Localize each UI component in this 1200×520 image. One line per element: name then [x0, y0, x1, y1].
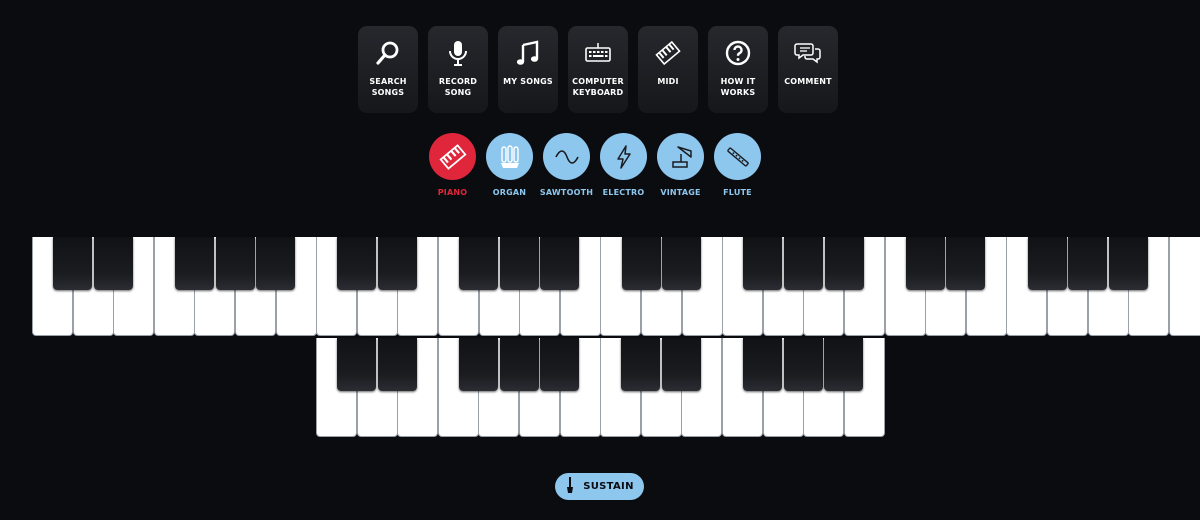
my-songs-button[interactable]: MY SONGS	[498, 26, 558, 113]
black-key-c-sharp-top-2[interactable]	[337, 237, 377, 290]
search-songs-button[interactable]: SEARCH SONGS	[358, 26, 418, 113]
search-icon	[358, 26, 418, 76]
pedal-icon	[565, 476, 575, 497]
instrument-sawtooth[interactable]: SAWTOOTH	[539, 133, 594, 197]
black-key-g-sharp-bottom-1[interactable]	[499, 338, 539, 391]
instrument-vintage[interactable]: VINTAGE	[657, 133, 704, 197]
how-it-works-label: HOW IT WORKS	[720, 77, 756, 97]
black-key-c-sharp-top-1[interactable]	[53, 237, 93, 290]
comment-icon	[778, 26, 838, 76]
sustain-button[interactable]: SUSTAIN	[555, 473, 644, 500]
sustain-label: SUSTAIN	[583, 481, 634, 492]
black-key-c-sharp-bottom-1[interactable]	[337, 338, 377, 391]
organ-icon	[486, 133, 533, 180]
black-key-d-sharp-top-4[interactable]	[946, 237, 986, 290]
microphone-icon	[428, 26, 488, 76]
black-key-c-sharp-top-4[interactable]	[905, 237, 945, 290]
computer-keyboard-label: COMPUTER KEYBOARD	[572, 77, 624, 97]
black-key-f-sharp-top-3[interactable]	[743, 237, 783, 290]
how-it-works-button[interactable]: HOW IT WORKS	[708, 26, 768, 113]
black-key-a-sharp-top-3[interactable]	[824, 237, 864, 290]
keyboard-icon	[568, 26, 628, 76]
question-icon	[708, 26, 768, 76]
black-key-a-sharp-top-2[interactable]	[540, 237, 580, 290]
black-key-f-sharp-top-4[interactable]	[1027, 237, 1067, 290]
record-song-button[interactable]: RECORD SONG	[428, 26, 488, 113]
black-key-a-sharp-bottom-1[interactable]	[540, 338, 580, 391]
black-key-c-sharp-bottom-2[interactable]	[621, 338, 661, 391]
black-key-a-sharp-top-4[interactable]	[1108, 237, 1148, 290]
piano-icon	[429, 133, 476, 180]
record-song-label: RECORD SONG	[438, 77, 478, 97]
black-key-c-sharp-top-3[interactable]	[621, 237, 661, 290]
my-songs-label: MY SONGS	[503, 77, 553, 86]
black-key-d-sharp-bottom-2[interactable]	[661, 338, 701, 391]
black-key-d-sharp-bottom-1[interactable]	[377, 338, 417, 391]
instrument-sawtooth-label: SAWTOOTH	[539, 188, 594, 197]
black-key-d-sharp-top-1[interactable]	[93, 237, 133, 290]
black-key-f-sharp-bottom-1[interactable]	[458, 338, 498, 391]
white-key-c-top-5[interactable]	[1168, 237, 1200, 336]
instrument-flute-label: FLUTE	[723, 188, 752, 197]
instrument-flute[interactable]: FLUTE	[714, 133, 761, 197]
instrument-electro-label: ELECTRO	[602, 188, 645, 197]
black-key-f-sharp-bottom-2[interactable]	[743, 338, 783, 391]
instrument-organ[interactable]: ORGAN	[486, 133, 533, 197]
black-key-g-sharp-top-2[interactable]	[499, 237, 539, 290]
black-key-f-sharp-top-2[interactable]	[459, 237, 499, 290]
search-songs-label: SEARCH SONGS	[369, 77, 407, 97]
comment-label: COMMENT	[784, 77, 832, 86]
instrument-vintage-label: VINTAGE	[660, 188, 701, 197]
lightning-icon	[600, 133, 647, 180]
midi-label: MIDI	[657, 77, 679, 86]
black-key-a-sharp-bottom-2[interactable]	[824, 338, 864, 391]
midi-keyboard-icon	[638, 26, 698, 76]
black-key-g-sharp-top-1[interactable]	[215, 237, 255, 290]
gramophone-icon	[657, 133, 704, 180]
black-key-d-sharp-top-2[interactable]	[377, 237, 417, 290]
instrument-selector: PIANO ORGAN SAWTOOTH ELECTRO VINTAGE FLUTE	[429, 133, 761, 197]
black-key-d-sharp-top-3[interactable]	[662, 237, 702, 290]
midi-button[interactable]: MIDI	[638, 26, 698, 113]
flute-icon	[714, 133, 761, 180]
music-note-icon	[498, 26, 558, 76]
black-key-g-sharp-top-4[interactable]	[1068, 237, 1108, 290]
instrument-piano-label: PIANO	[437, 188, 468, 197]
wave-icon	[543, 133, 590, 180]
black-key-f-sharp-top-1[interactable]	[174, 237, 214, 290]
black-key-g-sharp-top-3[interactable]	[783, 237, 823, 290]
top-menu: SEARCH SONGS RECORD SONG MY SONGS COMPUTER …	[358, 26, 838, 113]
instrument-electro[interactable]: ELECTRO	[600, 133, 647, 197]
comment-button[interactable]: COMMENT	[778, 26, 838, 113]
instrument-piano[interactable]: PIANO	[429, 133, 476, 197]
instrument-organ-label: ORGAN	[492, 188, 527, 197]
black-key-a-sharp-top-1[interactable]	[256, 237, 296, 290]
black-key-g-sharp-bottom-2[interactable]	[783, 338, 823, 391]
computer-keyboard-button[interactable]: COMPUTER KEYBOARD	[568, 26, 628, 113]
